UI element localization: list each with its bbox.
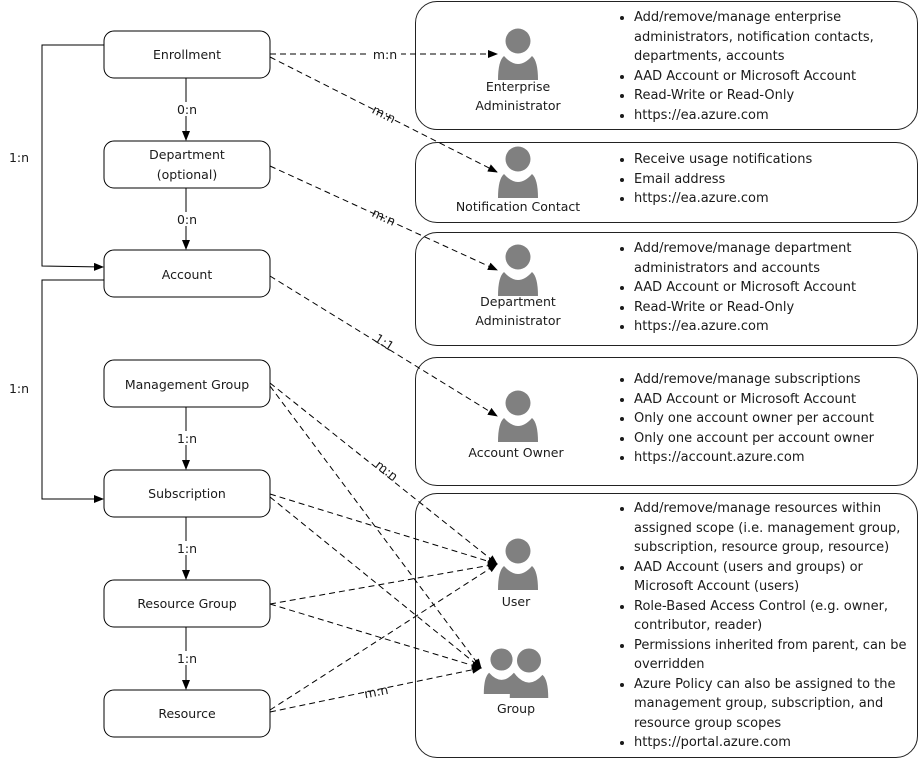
person-icon-department-admin: [498, 244, 538, 296]
card-account-owner: 1:1: [372, 330, 397, 353]
card-department-account: 0:n: [177, 212, 197, 227]
edge-account-subscription: [41, 279, 104, 503]
card-scope-user: m:n: [373, 457, 401, 484]
edge-sub-user: [269, 493, 498, 566]
edge-enrollment-account: [41, 44, 104, 271]
label-resource: Resource: [158, 706, 216, 721]
card-enrollment-ea: m:n: [373, 47, 397, 62]
role-enterprise-admin-line1: Enterprise: [485, 79, 551, 94]
role-notification-contact: Notification Contact: [455, 199, 581, 214]
label-department-optional: (optional): [157, 167, 217, 182]
card-scope-group: m:n: [363, 682, 390, 701]
card-enrollment-department: 0:n: [177, 102, 197, 117]
card-account-subscription: 1:n: [9, 381, 29, 396]
role-group: Group: [496, 701, 536, 716]
label-department: Department: [149, 147, 225, 162]
card-enrollment-notification: m:n: [370, 102, 398, 126]
role-user: User: [501, 594, 531, 609]
edge-rg-group: [269, 603, 482, 670]
card-department-admin: m:n: [370, 205, 398, 229]
card-mg-subscription: 1:n: [177, 431, 197, 446]
role-enterprise-admin-line2: Administrator: [475, 98, 561, 113]
label-management-group: Management Group: [125, 377, 249, 392]
card-enrollment-account: 1:n: [9, 150, 29, 165]
person-icon-user: [498, 538, 538, 590]
person-icon-account-owner: [498, 390, 538, 442]
role-department-admin-line2: Administrator: [475, 313, 561, 328]
label-account: Account: [162, 267, 213, 282]
person-icon-notification-contact: [498, 146, 538, 198]
card-rg-resource: 1:n: [177, 651, 197, 666]
role-department-admin-line1: Department: [480, 294, 556, 309]
card-subscription-rg: 1:n: [177, 541, 197, 556]
label-enrollment: Enrollment: [153, 47, 221, 62]
person-icon-enterprise-admin: [498, 28, 538, 80]
role-account-owner: Account Owner: [468, 445, 564, 460]
label-subscription: Subscription: [148, 486, 226, 501]
diagram: Add/remove/manage enterprise administrat…: [0, 0, 919, 759]
label-resource-group: Resource Group: [137, 596, 236, 611]
person-icon-group-front: [509, 648, 549, 698]
